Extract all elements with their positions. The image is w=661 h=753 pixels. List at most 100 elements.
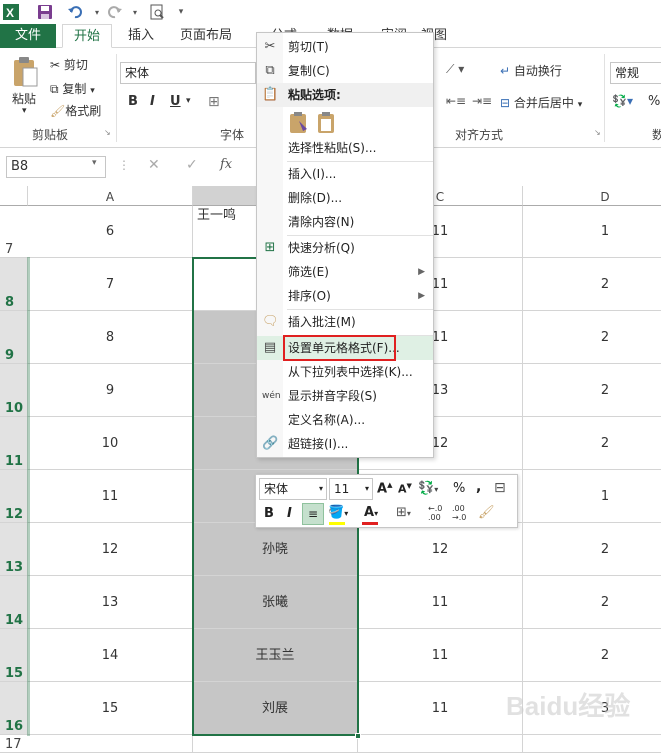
row-header-8[interactable]: 8 (0, 258, 28, 311)
paste-icon[interactable] (10, 56, 40, 90)
row-header-12[interactable]: 12 (0, 470, 28, 523)
menu-item-show-phonetic[interactable]: wén 显示拼音字段(S) (257, 384, 433, 408)
copy-button[interactable]: ⧉ 复制 ▾ (50, 80, 95, 97)
mini-percent-button[interactable]: % (453, 481, 465, 496)
insert-function-button[interactable]: fx (220, 157, 232, 172)
fill-handle[interactable] (355, 733, 361, 739)
menu-item-clear[interactable]: 清除内容(N) (257, 210, 433, 234)
redo-dropdown-icon[interactable]: ▾ (126, 3, 144, 21)
column-header-d[interactable]: D (523, 186, 661, 206)
underline-dropdown-icon[interactable]: ▾ (186, 96, 191, 106)
cut-button[interactable]: ✂ 剪切 (50, 56, 88, 73)
accounting-format-icon[interactable]: 💱▾ (612, 94, 633, 108)
cell-d13[interactable]: 2 (523, 523, 661, 576)
column-header-a[interactable]: A (28, 186, 193, 206)
center-align-icon[interactable]: ≡ (302, 503, 324, 525)
enter-icon[interactable]: ✓ (186, 157, 198, 173)
menu-item-quick-analysis[interactable]: ⊞ 快速分析(Q) (257, 236, 433, 260)
cell-b15[interactable]: 王玉兰 (193, 629, 358, 682)
cancel-icon[interactable]: ✕ (148, 157, 160, 173)
cell-d8[interactable]: 2 (523, 258, 661, 311)
undo-icon[interactable] (66, 3, 84, 21)
cell-d17[interactable] (523, 735, 661, 753)
alignment-launcher-icon[interactable]: ↘ (594, 128, 601, 137)
cell-a17[interactable] (28, 735, 193, 753)
row-header-14[interactable]: 14 (0, 576, 28, 629)
fill-color-icon[interactable]: 🪣▾ (328, 505, 348, 520)
cell-a12[interactable]: 11 (28, 470, 193, 523)
cell-a9[interactable]: 8 (28, 311, 193, 364)
comma-style-button[interactable]: , (476, 479, 481, 495)
menu-item-insert[interactable]: 插入(I)... (257, 162, 433, 186)
cell-a15[interactable]: 14 (28, 629, 193, 682)
paste-clipboard-icon[interactable] (315, 111, 339, 135)
increase-decimal-icon[interactable]: ←.0 .00 (428, 504, 442, 522)
cell-a13[interactable]: 12 (28, 523, 193, 576)
cell-b14[interactable]: 张曦 (193, 576, 358, 629)
cell-c13[interactable]: 12 (358, 523, 523, 576)
row-header-17[interactable]: 17 (0, 735, 28, 753)
grow-font-icon[interactable]: A▲ (377, 481, 392, 496)
cell-c17[interactable] (358, 735, 523, 753)
mini-borders-icon[interactable]: ⊞▾ (396, 505, 411, 520)
row-header-16[interactable]: 16 (0, 682, 28, 735)
underline-button[interactable]: U (170, 94, 181, 109)
font-name-combo[interactable]: 宋体 (120, 62, 256, 84)
shrink-font-icon[interactable]: A▼ (398, 482, 412, 496)
cell-a11[interactable]: 10 (28, 417, 193, 470)
customize-qat-icon[interactable]: ▾ (172, 3, 190, 21)
cell-d10[interactable]: 2 (523, 364, 661, 417)
tab-page-layout[interactable]: 页面布局 (172, 24, 240, 48)
menu-item-filter[interactable]: 筛选(E) ▶ (257, 260, 433, 284)
row-header-7[interactable]: 7 (0, 206, 28, 258)
menu-item-hyperlink[interactable]: 🔗 超链接(I)... (257, 432, 433, 456)
name-box-dropdown-icon[interactable]: ▾ (92, 158, 97, 168)
format-painter-icon[interactable]: 🖌 (478, 505, 495, 520)
paste-label[interactable]: 粘贴 (12, 90, 36, 107)
bold-button[interactable]: B (128, 94, 138, 109)
mini-font-size-combo[interactable]: 11 ▾ (329, 478, 373, 500)
orientation-icon[interactable]: ⟋ ▾ (446, 62, 464, 77)
font-color-button[interactable]: A▾ (364, 505, 378, 520)
clipboard-launcher-icon[interactable]: ↘ (104, 128, 111, 137)
menu-item-sort[interactable]: 排序(O) ▶ (257, 284, 433, 308)
redo-icon[interactable] (106, 3, 124, 21)
format-painter-button[interactable]: 🖌格式刷 (50, 102, 101, 119)
format-table-icon[interactable]: ⊟ (494, 480, 506, 496)
decrease-indent-icon[interactable]: ⇤≡ (446, 94, 466, 108)
select-all-corner[interactable] (0, 186, 28, 206)
row-header-13[interactable]: 13 (0, 523, 28, 576)
increase-indent-icon[interactable]: ⇥≡ (472, 94, 492, 108)
row-header-10[interactable]: 10 (0, 364, 28, 417)
cell-b17[interactable] (193, 735, 358, 753)
borders-icon[interactable]: ⊞ (208, 94, 220, 110)
cell-d7[interactable]: 1 (523, 206, 661, 258)
paste-keep-format-icon[interactable] (287, 111, 311, 135)
paste-dropdown-icon[interactable]: ▾ (22, 106, 27, 116)
menu-item-paste-special[interactable]: 选择性粘贴(S)... (257, 136, 433, 160)
mini-bold-button[interactable]: B (264, 506, 274, 521)
row-header-15[interactable]: 15 (0, 629, 28, 682)
tab-home[interactable]: 开始 (62, 24, 112, 48)
name-box[interactable]: B8 (6, 156, 106, 178)
merge-center-button[interactable]: ⊟ 合并后居中 ▾ (500, 94, 582, 111)
accounting-format-icon[interactable]: 💱▾ (418, 481, 438, 496)
mini-font-name-combo[interactable]: 宋体 ▾ (259, 478, 327, 500)
decrease-decimal-icon[interactable]: .00 →.0 (452, 504, 466, 522)
tab-file[interactable]: 文件 (0, 24, 56, 48)
cell-b13[interactable]: 孙晓 (193, 523, 358, 576)
undo-dropdown-icon[interactable]: ▾ (88, 3, 106, 21)
print-preview-icon[interactable] (148, 3, 166, 21)
cell-c14[interactable]: 11 (358, 576, 523, 629)
wrap-text-button[interactable]: ↵ 自动换行 (500, 62, 562, 79)
italic-button[interactable]: I (150, 94, 155, 109)
row-header-11[interactable]: 11 (0, 417, 28, 470)
cell-a8[interactable]: 7 (28, 258, 193, 311)
cell-a10[interactable]: 9 (28, 364, 193, 417)
cell-b16[interactable]: 刘展 (193, 682, 358, 735)
row-header-9[interactable]: 9 (0, 311, 28, 364)
cell-d12[interactable]: 1 (523, 470, 661, 523)
menu-item-cut[interactable]: ✂ 剪切(T) (257, 35, 433, 59)
tab-insert[interactable]: 插入 (118, 24, 164, 48)
menu-item-insert-comment[interactable]: 🗨 插入批注(M) (257, 310, 433, 334)
